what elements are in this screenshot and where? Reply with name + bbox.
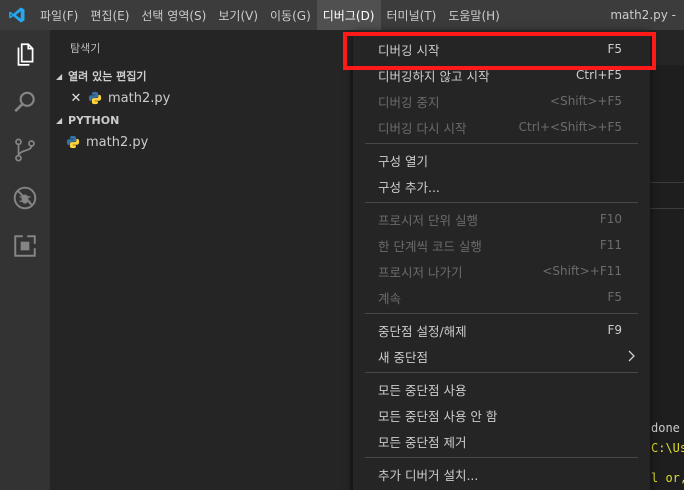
highlight-box [343,32,656,70]
menu-item[interactable]: 도움말(H) [442,0,506,30]
folder-label: PYTHON [68,113,120,127]
menu-separator [365,143,638,144]
explorer-sidebar: 탐색기 ◢ 열려 있는 편집기 ✕ math2.py ◢ PYTHON math… [50,30,350,490]
extensions-icon[interactable] [0,222,50,270]
terminal-line: done [651,421,680,435]
menu-item[interactable]: 편집(E) [84,0,135,30]
open-editor-filename: math2.py [108,90,171,106]
menu-item-label: 새 중단점 [378,349,428,365]
python-folder-header[interactable]: ◢ PYTHON [50,109,350,131]
debug-menu-item: 프로시저 단위 실행 F10 [353,206,650,232]
vscode-logo-icon [0,0,34,30]
menu-item[interactable]: 디버그(D) [316,0,381,30]
python-file-icon [88,91,102,105]
submenu-arrow-icon [628,350,635,362]
debug-menu-item[interactable]: 모든 중단점 사용 안 함 [353,402,650,428]
menu-item-label: 디버깅 다시 시작 [378,120,467,136]
close-icon[interactable]: ✕ [68,91,84,106]
debug-menu-item[interactable]: 구성 추가... [353,173,650,199]
menu-item[interactable]: 선택 영역(S) [135,0,212,30]
menu-item-shortcut: Ctrl+<Shift>+F5 [518,120,622,134]
menu-item-label: 추가 디버거 설치... [378,467,479,483]
sidebar-title: 탐색기 [70,41,101,55]
debug-menu-item[interactable]: 추가 디버거 설치... [353,461,650,487]
debug-menu-item[interactable]: 모든 중단점 제거 [353,428,650,454]
files-icon[interactable] [0,30,50,78]
panel-divider [650,208,684,209]
menu-item-label: 중단점 설정/해제 [378,323,467,339]
debug-menu-item: 디버깅 중지 <Shift>+F5 [353,88,650,114]
debug-icon[interactable] [0,174,50,222]
search-icon[interactable] [0,78,50,126]
panel-divider [650,182,684,183]
menu-item-label: 모든 중단점 사용 [378,382,467,398]
menu-bar: 파일(F) 편집(E) 선택 영역(S) 보기(V) 이동(G) 디버그(D) 터미널(T)… [0,0,684,30]
menu-item-shortcut: <Shift>+F5 [550,94,622,108]
menu-item[interactable]: 파일(F) [34,0,84,30]
menu-item[interactable]: 터미널(T) [381,0,443,30]
menu-separator [365,372,638,373]
file-tree-filename: math2.py [86,134,149,150]
terminal-line: l or, [651,471,684,485]
debug-menu-item[interactable]: 새 중단점 [353,343,650,369]
open-editors-header[interactable]: ◢ 열려 있는 편집기 [50,65,350,87]
window-title: math2.py - [610,8,676,22]
terminal-output: done C:\Us l or, [651,418,684,488]
menu-item-shortcut: Ctrl+F5 [576,68,622,82]
terminal-line: C:\Us [651,441,684,455]
debug-menu-item: 계속 F5 [353,284,650,310]
menu-item-label: 구성 열기 [378,153,428,169]
menu-item[interactable]: 보기(V) [212,0,264,30]
menu-item-shortcut: F5 [607,290,622,304]
debug-menu-item[interactable]: 구성 열기 [353,147,650,173]
menu-item-shortcut: F10 [599,212,622,226]
menu-item-shortcut: <Shift>+F11 [542,264,622,278]
python-file-icon [66,135,80,149]
debug-menu-dropdown: 디버깅 시작 F5 디버깅하지 않고 시작 Ctrl+F5 디버깅 중지 <Shift>+… [353,30,650,490]
file-tree-item[interactable]: math2.py [50,131,350,153]
menu-item-shortcut: F11 [599,238,622,252]
menu-item-label: 프로시저 단위 실행 [378,212,478,228]
menu-item-label: 모든 중단점 제거 [378,434,467,450]
debug-menu-item: 한 단계씩 코드 실행 F11 [353,232,650,258]
menu-separator [365,457,638,458]
expanded-triangle-icon: ◢ [56,71,63,81]
open-editor-item[interactable]: ✕ math2.py [50,87,350,109]
debug-menu-item[interactable]: 모든 중단점 사용 [353,376,650,402]
menu-item-label: 구성 추가... [378,179,440,195]
source-control-icon[interactable] [0,126,50,174]
menu-separator [365,313,638,314]
menu-item-label: 계속 [378,290,402,306]
menu-item-shortcut: F9 [607,323,622,337]
menu-item-label: 모든 중단점 사용 안 함 [378,408,498,424]
menu-item-label: 디버깅 중지 [378,94,440,110]
expanded-triangle-icon: ◢ [56,115,63,125]
activity-bar [0,30,50,490]
debug-menu-item: 프로시저 나가기 <Shift>+F11 [353,258,650,284]
menu-item-label: 한 단계씩 코드 실행 [378,238,482,254]
debug-menu-item: 디버깅 다시 시작 Ctrl+<Shift>+F5 [353,114,650,140]
menu-item[interactable]: 이동(G) [264,0,317,30]
debug-menu-item[interactable]: 중단점 설정/해제 F9 [353,317,650,343]
menu-separator [365,202,638,203]
open-editors-label: 열려 있는 편집기 [68,70,147,83]
menu-item-label: 프로시저 나가기 [378,264,463,280]
